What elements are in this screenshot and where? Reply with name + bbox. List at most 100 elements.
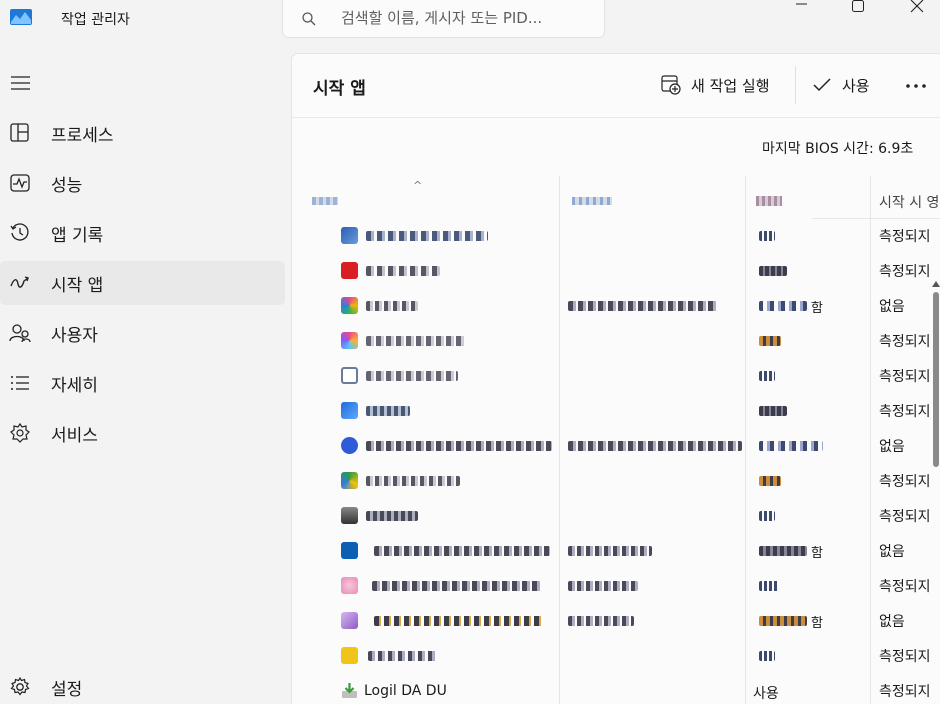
- sidebar-item-label: 성능: [51, 176, 83, 196]
- column-header-startup-impact[interactable]: 시작 시 영: [879, 176, 940, 220]
- status-suffix: 함: [811, 616, 823, 631]
- sidebar-item-label: 시작 앱: [51, 276, 104, 296]
- app-icon: [341, 507, 358, 524]
- bios-time-label: 마지막 BIOS 시간:: [762, 141, 874, 157]
- app-icon: [341, 437, 358, 454]
- startup-impact: 없음: [879, 299, 905, 315]
- table-row[interactable]: 함 없음: [292, 603, 940, 638]
- enable-label: 사용: [842, 76, 870, 95]
- column-header-status[interactable]: [746, 176, 870, 220]
- app-icon: [341, 612, 358, 629]
- app-icon: [341, 297, 358, 314]
- toolbar-divider: [795, 66, 796, 104]
- table-row[interactable]: 함 없음: [292, 288, 940, 323]
- sidebar-item-label: 설정: [51, 680, 83, 700]
- users-icon: [9, 324, 31, 343]
- sidebar-item-startup-apps[interactable]: 시작 앱: [0, 261, 285, 305]
- startup-impact: 측정되지: [879, 229, 931, 245]
- bios-time-value: 6.9초: [878, 141, 914, 157]
- status-suffix: 함: [811, 301, 823, 316]
- table-row[interactable]: 측정되지: [292, 358, 940, 393]
- minimize-icon[interactable]: [788, 0, 818, 14]
- sidebar-item-services[interactable]: 서비스: [0, 411, 285, 455]
- gear-icon: [10, 676, 30, 696]
- sort-ascending-icon: ^: [413, 179, 423, 192]
- title-bar: 작업 관리자: [0, 0, 940, 40]
- startup-impact-header-label: 시작 시 영: [879, 195, 940, 211]
- app-icon: [341, 542, 358, 559]
- app-history-icon: [10, 223, 29, 241]
- startup-impact: 측정되지: [879, 474, 931, 490]
- startup-impact: 측정되지: [879, 649, 931, 665]
- sidebar-item-users[interactable]: 사용자: [0, 311, 285, 355]
- table-row[interactable]: 측정되지: [292, 393, 940, 428]
- startup-impact: 측정되지: [879, 369, 931, 385]
- startup-impact: 측정되지: [879, 684, 931, 700]
- sidebar-item-label: 사용자: [51, 326, 98, 346]
- sidebar-item-label: 서비스: [51, 426, 98, 446]
- search-box[interactable]: [282, 0, 605, 38]
- sidebar-item-app-history[interactable]: 앱 기록: [0, 211, 285, 255]
- details-icon: [11, 376, 29, 390]
- page-title: 시작 앱: [313, 79, 366, 99]
- startup-impact: 측정되지: [879, 404, 931, 420]
- app-state: 사용: [753, 686, 779, 702]
- column-header-name[interactable]: [312, 176, 559, 220]
- app-icon: [341, 472, 358, 489]
- sidebar-item-settings[interactable]: 설정: [0, 665, 285, 704]
- table-row[interactable]: 측정되지: [292, 218, 940, 253]
- scroll-up-arrow-icon[interactable]: [931, 280, 940, 288]
- startup-impact: 측정되지: [879, 334, 931, 350]
- search-input[interactable]: [341, 6, 591, 30]
- startup-impact: 측정되지: [879, 509, 931, 525]
- search-icon: [302, 12, 316, 26]
- table-row[interactable]: 측정되지: [292, 638, 940, 673]
- table-row[interactable]: 함 없음: [292, 533, 940, 568]
- app-icon: [341, 367, 358, 384]
- app-icon: [341, 577, 358, 594]
- table-row[interactable]: 측정되지: [292, 323, 940, 358]
- table-row[interactable]: 측정되지: [292, 463, 940, 498]
- table-row[interactable]: 측정되지: [292, 568, 940, 603]
- startup-apps-table: ^ 시작 시 영 측정되지 측정되지 함 없음 측정되지 측정되지 측정되지 없…: [292, 176, 940, 704]
- more-options-icon[interactable]: [904, 76, 930, 96]
- startup-apps-icon: [10, 276, 29, 288]
- enable-button[interactable]: 사용: [812, 72, 870, 98]
- table-row[interactable]: 없음: [292, 428, 940, 463]
- sidebar: 프로세스 성능 앱 기록 시작 앱 사용자 자세히 서비스 설정: [0, 60, 290, 704]
- performance-icon: [10, 174, 30, 192]
- app-icon: [341, 402, 358, 419]
- run-new-task-button[interactable]: 새 작업 실행: [661, 72, 770, 98]
- sidebar-item-details[interactable]: 자세히: [0, 361, 285, 405]
- startup-impact: 측정되지: [879, 264, 931, 280]
- app-title: 작업 관리자: [61, 12, 130, 28]
- table-row[interactable]: 측정되지: [292, 498, 940, 533]
- download-app-icon: [342, 683, 357, 698]
- startup-impact: 없음: [879, 614, 905, 630]
- vertical-scrollbar[interactable]: [933, 292, 939, 467]
- startup-impact: 없음: [879, 544, 905, 560]
- main-panel: 시작 앱 새 작업 실행 사용 마지막 BIOS 시간: 6.9초 ^ 시작 시…: [291, 53, 940, 704]
- sidebar-item-processes[interactable]: 프로세스: [0, 111, 285, 155]
- new-task-icon: [661, 75, 681, 95]
- app-icon: [341, 262, 358, 279]
- hamburger-menu-icon[interactable]: [10, 74, 32, 92]
- startup-impact: 없음: [879, 439, 905, 455]
- table-row[interactable]: 측정되지: [292, 253, 940, 288]
- sidebar-item-label: 프로세스: [51, 126, 114, 146]
- table-row[interactable]: Logil DA DU 사용 측정되지: [292, 673, 940, 704]
- sidebar-item-performance[interactable]: 성능: [0, 161, 285, 205]
- task-manager-logo-icon: [10, 9, 32, 25]
- maximize-icon[interactable]: [843, 0, 873, 14]
- checkmark-icon: [813, 78, 831, 92]
- close-icon[interactable]: [902, 0, 932, 14]
- startup-impact: 측정되지: [879, 579, 931, 595]
- bios-time: 마지막 BIOS 시간: 6.9초: [762, 138, 913, 158]
- status-suffix: 함: [811, 546, 823, 561]
- column-header-publisher[interactable]: [560, 176, 745, 220]
- app-icon: [341, 647, 358, 664]
- app-name: Logil DA DU: [364, 683, 447, 699]
- sidebar-item-label: 앱 기록: [51, 226, 104, 246]
- app-icon: [341, 332, 358, 349]
- panel-header: 시작 앱 새 작업 실행 사용: [292, 54, 940, 118]
